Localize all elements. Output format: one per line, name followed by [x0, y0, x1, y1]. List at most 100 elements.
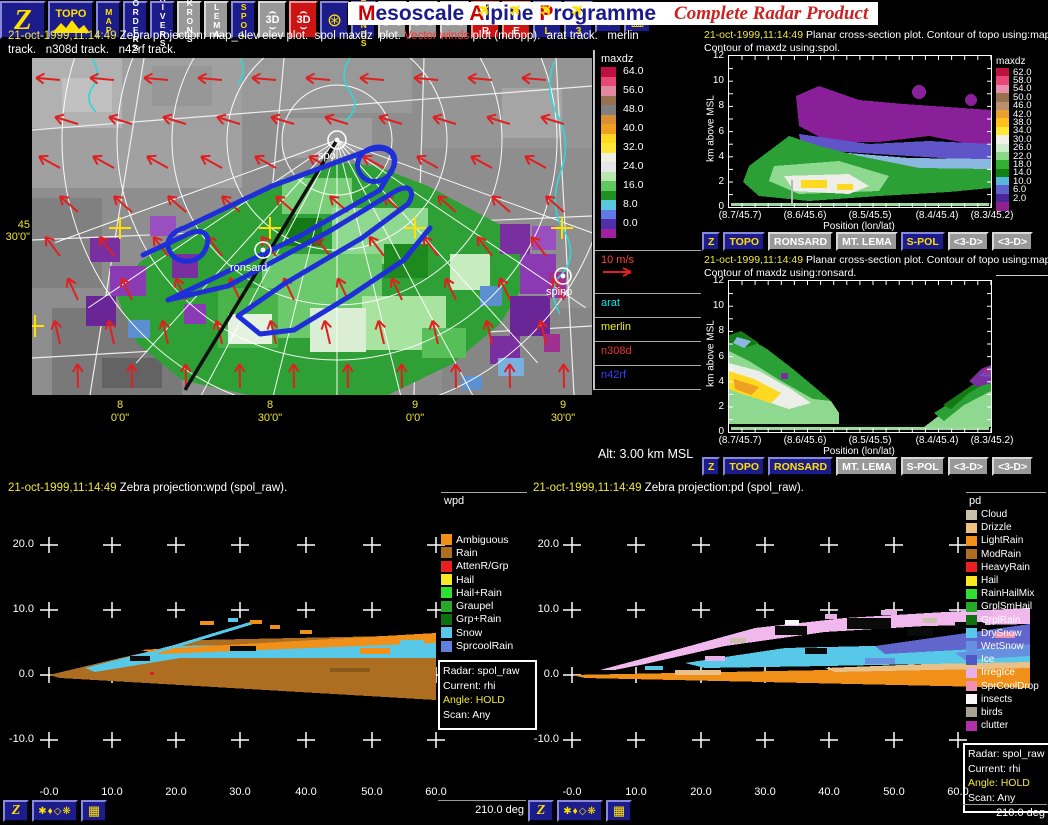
main-map-panel[interactable]: spol ronsard spino	[32, 58, 592, 395]
xsect-button--3-d-[interactable]: <3-D>	[948, 457, 989, 476]
rhi-panel-wpd: 21-oct-1999,11:14:49 Zebra projection:wp…	[0, 478, 528, 825]
xsect-button-ronsard[interactable]: RONSARD	[768, 232, 833, 251]
rhi-echo-wpd	[49, 618, 436, 700]
legend-label: SprCoolDrop	[977, 681, 1039, 692]
colorbar-tick-label: 32.0	[616, 143, 643, 152]
legend-swatch	[441, 547, 452, 558]
colorbar-swatch	[996, 152, 1009, 160]
xsect-button-z[interactable]: Z	[702, 232, 720, 251]
colorbar-tick-label: 0.0	[616, 219, 638, 228]
legend-item: ModRain	[966, 548, 1046, 561]
legend-item: Ambiguous	[441, 533, 527, 546]
y-tick-label: 0.0	[0, 668, 34, 680]
map-canvas[interactable]	[32, 58, 592, 395]
xsect-button-s-pol[interactable]: S-POL	[901, 457, 945, 476]
radar-info-line: Current: rhi	[968, 762, 1048, 777]
colorbar-swatch	[601, 229, 616, 239]
legend-item: insects	[966, 693, 1046, 706]
grid-icon[interactable]: ▦	[606, 800, 632, 822]
pd-legend: pd CloudDrizzleLightRainModRainHeavyRain…	[966, 492, 1046, 732]
legend-label: clutter	[977, 720, 1008, 731]
cross-section-panel-spol: 21-oct-1999,11:14:49 Planar cross-sectio…	[700, 28, 1048, 252]
cross-section-panel-ronsard: 21-oct-1999,11:14:49 Planar cross-sectio…	[700, 253, 1048, 477]
legend-label: HeavyRain	[977, 562, 1030, 573]
station-label-spino: spino	[546, 286, 572, 298]
xsect-plot[interactable]	[728, 55, 992, 208]
y-tick-label: 6	[702, 126, 724, 137]
xsect-button-mt-lema[interactable]: MT. LEMA	[836, 457, 898, 476]
legend-label: AttenR/Grp	[452, 560, 509, 572]
legend-swatch	[441, 587, 452, 598]
y-tick-label: 10.0	[0, 603, 34, 615]
legend-label: IrregIce	[977, 667, 1015, 678]
legend-item: Graupel	[441, 599, 527, 612]
station-label-spol: spol	[318, 150, 338, 162]
x-tick-label: 60.0	[936, 786, 980, 798]
xsect-button-s-pol[interactable]: S-POL	[901, 232, 945, 251]
page-subtitle: Complete Radar Product	[674, 3, 868, 25]
legend-label: Graupel	[452, 600, 493, 612]
colorbar-row: 40.0	[601, 124, 701, 134]
lon-axis-label: 930'0"	[533, 399, 593, 425]
colorbar-swatch	[601, 105, 616, 115]
colorbar-swatch	[996, 177, 1009, 185]
lat-axis-label: 4530'0"	[0, 219, 30, 243]
legend-swatch	[966, 536, 977, 546]
station-label-ronsard: ronsard	[230, 262, 267, 274]
y-tick-label: 20.0	[0, 538, 34, 550]
legend-label: RainHailMix	[977, 588, 1034, 599]
x-axis-title: Position (lon/lat)	[728, 221, 990, 232]
x-tick-label: 30.0	[743, 786, 787, 798]
x-tick-label: (8.6/45.6)	[773, 210, 837, 221]
colorbar-title: maxdz	[601, 53, 701, 65]
track-name: n42rf	[601, 369, 701, 382]
xsect-button--3-d-[interactable]: <3-D>	[992, 232, 1033, 251]
zebra-logo-button[interactable]: Z	[528, 800, 554, 822]
legend-label: LightRain	[977, 535, 1023, 546]
colorbar-swatch	[996, 85, 1009, 93]
colorbar-row	[601, 96, 701, 106]
xsect-button-topo[interactable]: TOPO	[723, 232, 765, 251]
xsect-plot[interactable]	[728, 280, 992, 433]
xsect-button-topo[interactable]: TOPO	[723, 457, 765, 476]
legend-swatch	[441, 534, 452, 545]
xsect-button--3-d-[interactable]: <3-D>	[948, 232, 989, 251]
hydrometeor-icons-button[interactable]: ✱♦◇❋	[32, 800, 78, 822]
colorbar-swatch	[996, 127, 1009, 135]
xsect-button-ronsard[interactable]: RONSARD	[768, 457, 833, 476]
hydrometeor-icons-button[interactable]: ✱♦◇❋	[557, 800, 603, 822]
grid-icon[interactable]: ▦	[81, 800, 107, 822]
x-tick-label: -0.0	[550, 786, 594, 798]
legend-item: clutter	[966, 719, 1046, 732]
radar-info-line: Scan: Any	[968, 791, 1048, 806]
colorbar-row: 2.0	[996, 194, 1048, 202]
zebra-logo-button[interactable]: Z	[3, 800, 29, 822]
legend-item: GrplSmHail	[966, 600, 1046, 613]
legend-item: AttenR/Grp	[441, 560, 527, 573]
colorbar-swatch	[601, 67, 616, 77]
legend-item: Hail	[966, 574, 1046, 587]
colorbar-swatch	[601, 153, 616, 163]
legend-label: DrySnow	[977, 628, 1022, 639]
x-tick-label: 50.0	[872, 786, 916, 798]
colorbar-swatch	[601, 96, 616, 106]
legend-item: SprCoolDrop	[966, 679, 1046, 692]
colorbar-swatch	[996, 185, 1009, 193]
maxdz-colorbar: maxdz 64.056.048.040.032.024.016.08.00.0	[595, 50, 701, 251]
legend-swatch	[966, 615, 977, 625]
colorbar-swatch	[996, 76, 1009, 84]
x-tick-label: (8.3/45.2)	[960, 435, 1024, 446]
xsect-button--3-d-[interactable]: <3-D>	[992, 457, 1033, 476]
rhi-mini-toolbar: Z✱♦◇❋▦	[3, 800, 107, 822]
xsect-button-z[interactable]: Z	[702, 457, 720, 476]
legend-item: Ice	[966, 653, 1046, 666]
x-tick-label: (8.7/45.7)	[708, 435, 772, 446]
radar-info-box: Radar: spol_rawCurrent: rhiAngle: HOLDSc…	[438, 660, 537, 730]
y-tick-label: 12	[702, 50, 724, 61]
bearing-divider	[438, 800, 526, 801]
legend-label: SprcoolRain	[452, 640, 513, 652]
xsect-button-mt-lema[interactable]: MT. LEMA	[836, 232, 898, 251]
colorbar-swatch	[996, 68, 1009, 76]
colorbar-swatch	[996, 160, 1009, 168]
colorbar-row	[601, 229, 701, 239]
